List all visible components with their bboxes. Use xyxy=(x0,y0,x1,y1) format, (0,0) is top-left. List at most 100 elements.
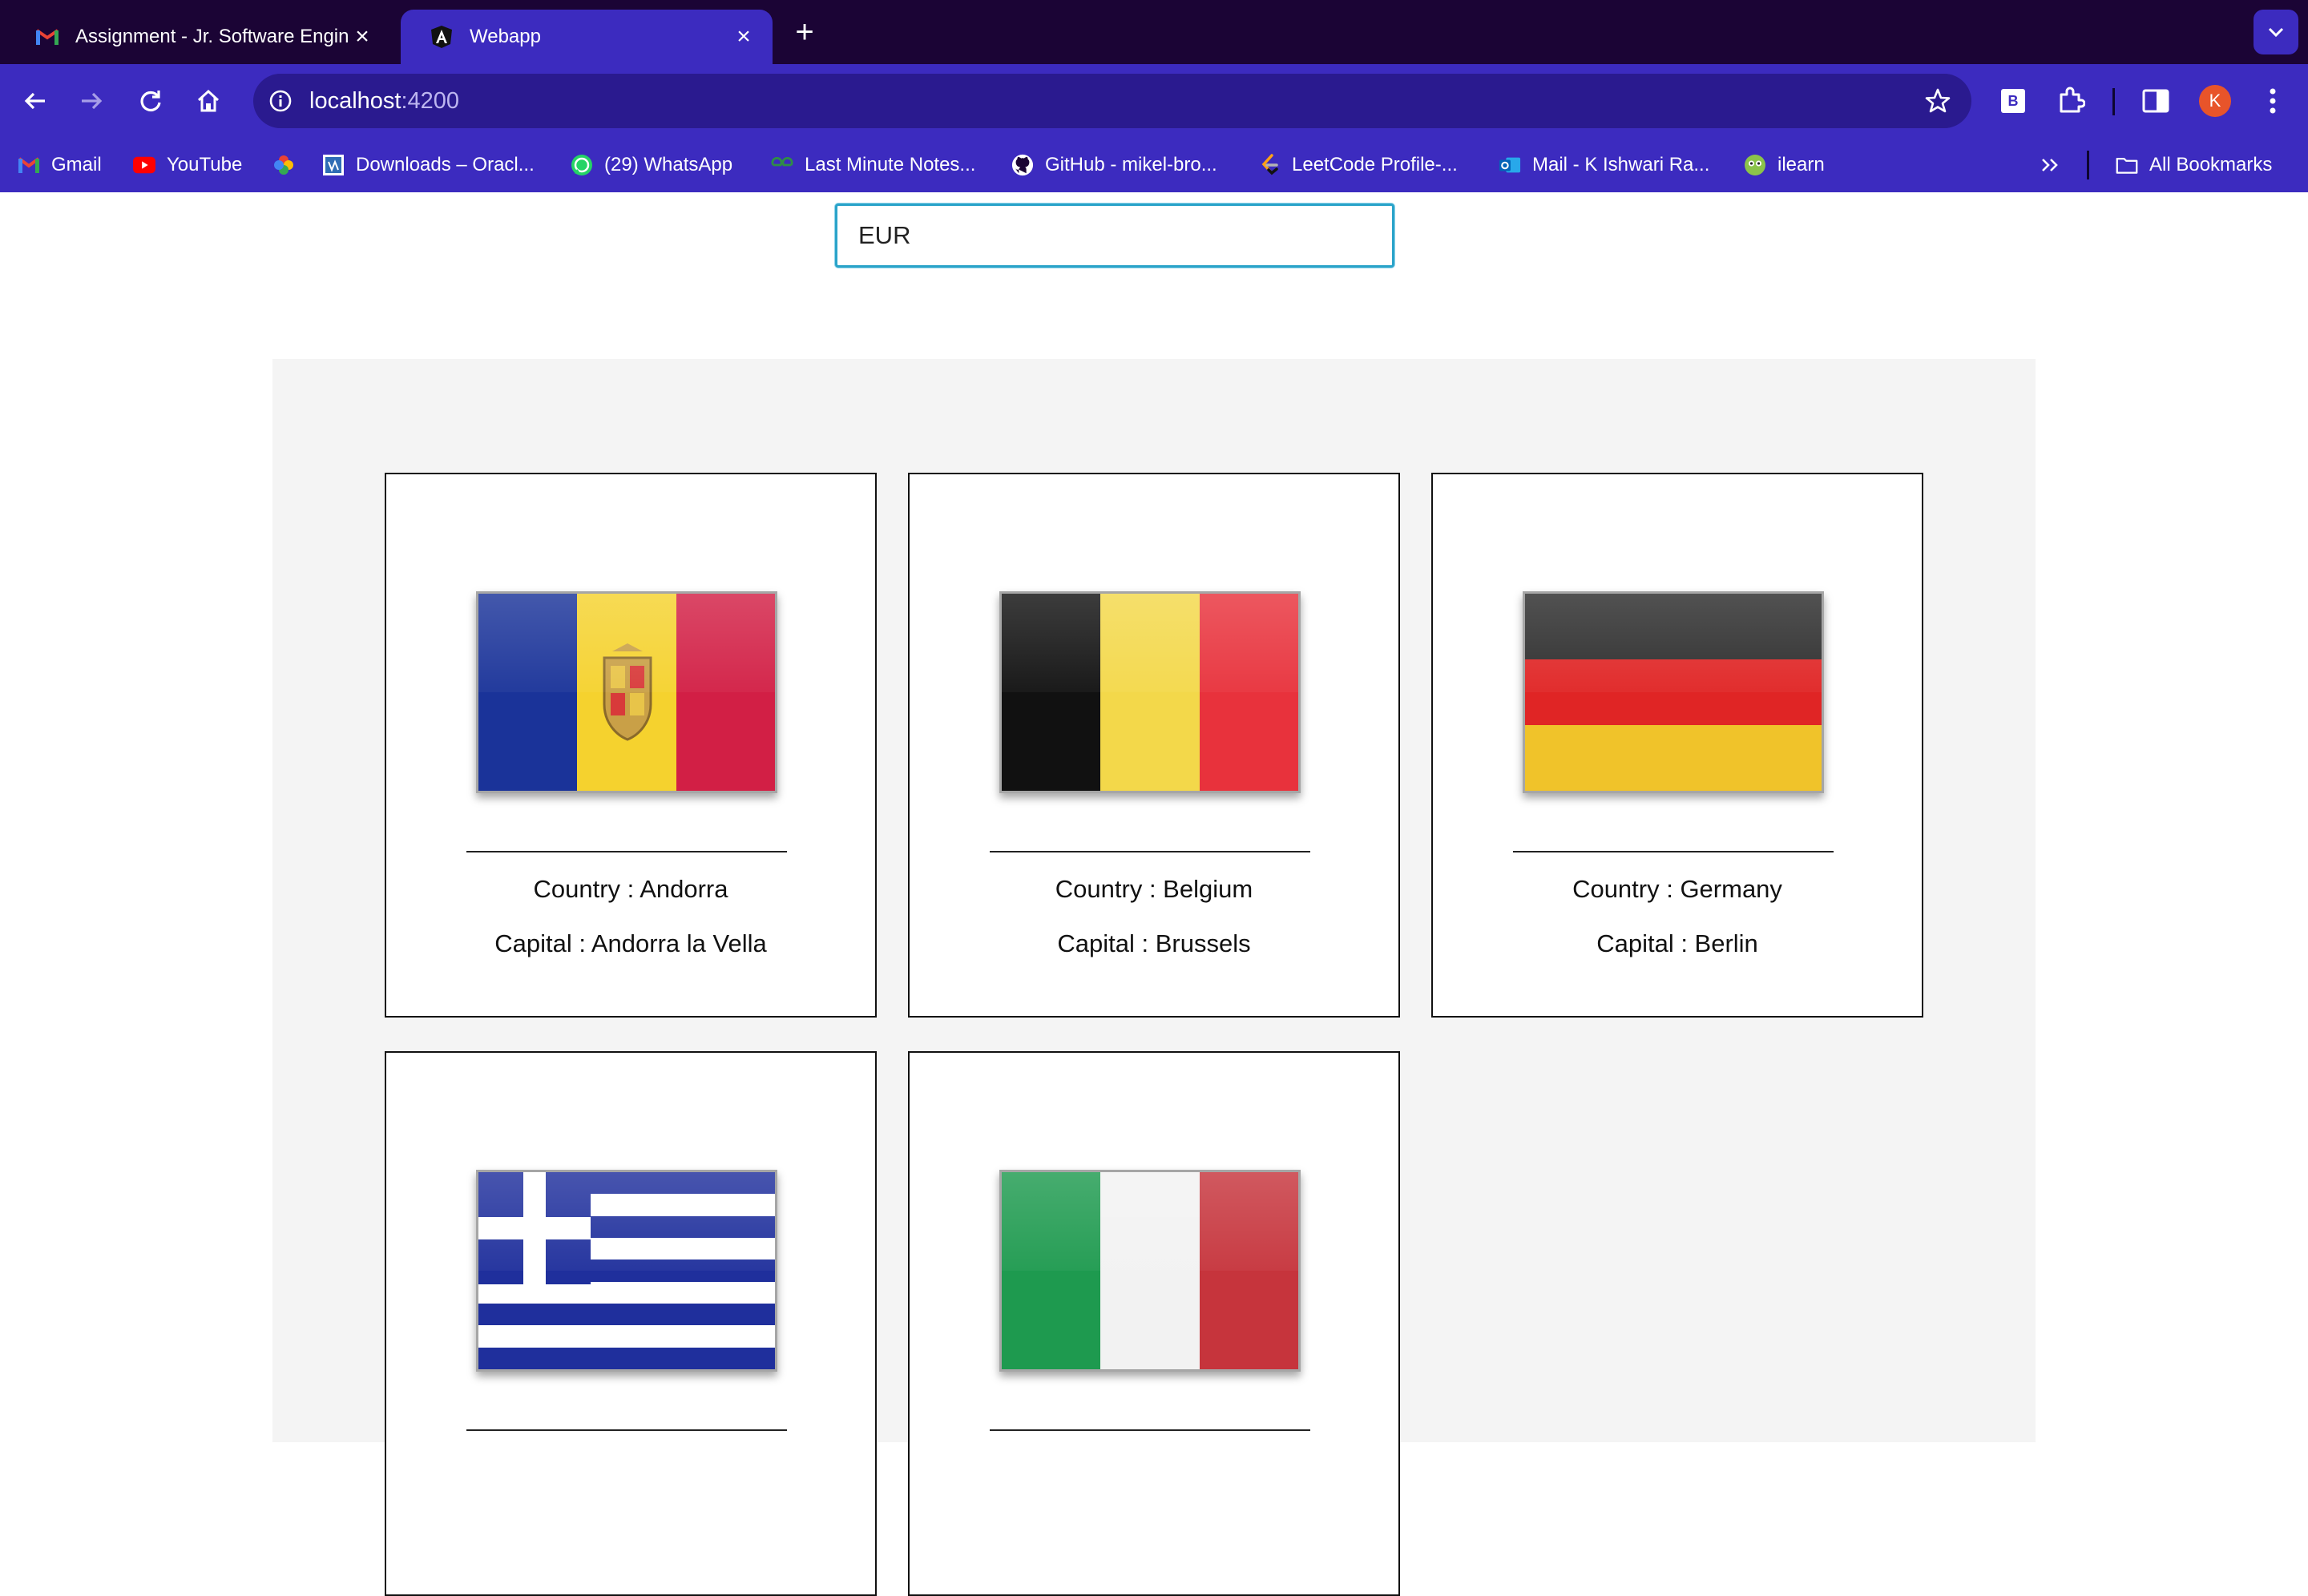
oracle-icon xyxy=(322,154,345,176)
flag-image xyxy=(476,1170,777,1372)
bookmark-leetcode[interactable]: LeetCode Profile-... xyxy=(1258,147,1458,183)
leetcode-icon xyxy=(1258,154,1281,176)
bookmarks-bar: Gmail YouTube Downloads – Oracl... (29) … xyxy=(0,138,2308,192)
capital-name: Capital : Brussels xyxy=(1057,929,1251,957)
bookmark-label: ilearn xyxy=(1777,154,1825,175)
avatar: K xyxy=(2199,85,2231,117)
flag-gloss xyxy=(478,1172,775,1271)
bookmark-downloads-oracle[interactable]: Downloads – Oracl... xyxy=(322,147,535,183)
bookmarks-overflow-button[interactable] xyxy=(2040,147,2060,183)
home-icon xyxy=(197,89,220,112)
bookmark-pinwheel[interactable] xyxy=(272,147,306,183)
bookmark-github[interactable]: GitHub - mikel-bro... xyxy=(1011,147,1217,183)
bookmark-last-minute-notes[interactable]: Last Minute Notes... xyxy=(771,147,975,183)
tab-assignment[interactable]: Assignment - Jr. Software Engineer × xyxy=(6,10,391,64)
country-card[interactable] xyxy=(908,1051,1400,1596)
flag-stripe xyxy=(1525,725,1822,791)
url-text: localhost:4200 xyxy=(309,74,459,128)
bookmark-star-icon[interactable] xyxy=(1922,85,1954,117)
extensions-button[interactable] xyxy=(2052,82,2090,120)
capital-name: Capital : Andorra la Vella xyxy=(494,929,767,957)
arrow-right-icon xyxy=(82,92,103,110)
folder-icon xyxy=(2116,154,2138,176)
bookmark-label: GitHub - mikel-bro... xyxy=(1045,154,1217,175)
url-port: :4200 xyxy=(401,88,460,114)
flag-gloss xyxy=(478,594,775,692)
tab-title: Assignment - Jr. Software Engineer xyxy=(75,26,349,47)
whatsapp-icon xyxy=(571,154,593,176)
tab-title: Webapp xyxy=(470,26,541,47)
bookmark-gmail[interactable]: Gmail xyxy=(18,147,102,183)
gfg-icon xyxy=(771,154,793,176)
new-tab-button[interactable]: + xyxy=(789,14,821,50)
tab-webapp[interactable]: Webapp × xyxy=(401,10,773,64)
card-divider xyxy=(1513,851,1834,852)
bookmark-youtube[interactable]: YouTube xyxy=(133,147,242,183)
double-chevron-right-icon xyxy=(2042,159,2058,171)
country-card[interactable]: Country : Andorra Capital : Andorra la V… xyxy=(385,473,877,1018)
flag-stripe xyxy=(478,1281,775,1304)
bookmark-label: Gmail xyxy=(51,154,102,175)
browser-toolbar: localhost:4200 B K xyxy=(0,64,2308,138)
bookmarks-separator xyxy=(2087,151,2089,179)
tab-strip: Assignment - Jr. Software Engineer × Web… xyxy=(0,0,2308,64)
capital-name: Capital : Berlin xyxy=(1596,929,1758,957)
bookmark-label: Last Minute Notes... xyxy=(805,154,976,175)
flag-gloss xyxy=(1525,594,1822,692)
extension-b-button[interactable]: B xyxy=(1994,82,2032,120)
outlook-icon xyxy=(1499,154,1521,176)
bookmark-label: YouTube xyxy=(167,154,243,175)
bookmark-label: Mail - K Ishwari Ra... xyxy=(1532,154,1710,175)
gmail-icon xyxy=(18,154,40,176)
flag-gloss xyxy=(1002,594,1298,692)
flag-image xyxy=(999,591,1301,793)
menu-button[interactable] xyxy=(2254,82,2292,120)
flag-stripe xyxy=(478,1303,775,1326)
profile-button[interactable]: K xyxy=(2196,82,2234,120)
extension-b-icon: B xyxy=(2001,89,2025,113)
side-panel-button[interactable] xyxy=(2137,82,2175,120)
forward-button[interactable] xyxy=(72,82,111,120)
card-divider xyxy=(990,1429,1310,1431)
currency-search-input[interactable] xyxy=(835,204,1394,268)
bookmark-label: LeetCode Profile-... xyxy=(1292,154,1458,175)
arrow-left-icon xyxy=(24,92,45,110)
country-card[interactable]: Country : Germany Capital : Berlin xyxy=(1431,473,1923,1018)
side-panel-icon xyxy=(2142,89,2169,113)
close-icon[interactable]: × xyxy=(349,24,375,50)
address-bar[interactable]: localhost:4200 xyxy=(253,74,1971,128)
country-card[interactable] xyxy=(385,1051,877,1596)
angular-icon xyxy=(430,25,454,49)
bookmark-outlook-mail[interactable]: Mail - K Ishwari Ra... xyxy=(1499,147,1709,183)
bookmark-ilearn[interactable]: ilearn xyxy=(1744,147,1825,183)
more-vertical-icon xyxy=(2270,88,2276,114)
close-icon[interactable]: × xyxy=(731,24,757,50)
card-divider xyxy=(990,851,1310,852)
flag-image xyxy=(999,1170,1301,1372)
back-button[interactable] xyxy=(16,82,54,120)
bookmark-whatsapp[interactable]: (29) WhatsApp xyxy=(571,147,732,183)
card-divider xyxy=(466,1429,787,1431)
chevron-down-icon xyxy=(2268,27,2284,38)
country-name: Country : Germany xyxy=(1572,875,1782,903)
all-bookmarks-button[interactable]: All Bookmarks xyxy=(2116,147,2272,183)
country-card[interactable]: Country : Belgium Capital : Brussels xyxy=(908,473,1400,1018)
flag-image xyxy=(1523,591,1824,793)
flag-image xyxy=(476,591,777,793)
country-name: Country : Belgium xyxy=(1055,875,1253,903)
tab-search-button[interactable] xyxy=(2254,10,2298,54)
site-info-icon[interactable] xyxy=(264,85,297,117)
card-divider xyxy=(466,851,787,852)
reload-button[interactable] xyxy=(131,82,170,120)
reload-icon xyxy=(140,91,161,112)
flag-stripe xyxy=(478,1347,775,1369)
country-name: Country : Andorra xyxy=(533,875,728,903)
puzzle-icon xyxy=(2060,87,2085,113)
gmail-icon xyxy=(35,25,59,49)
ilearn-icon xyxy=(1744,154,1766,176)
home-button[interactable] xyxy=(189,82,228,120)
bookmark-label: All Bookmarks xyxy=(2149,154,2273,175)
bookmark-label: (29) WhatsApp xyxy=(604,154,733,175)
flag-stripe xyxy=(478,1325,775,1348)
flag-gloss xyxy=(1002,1172,1298,1271)
